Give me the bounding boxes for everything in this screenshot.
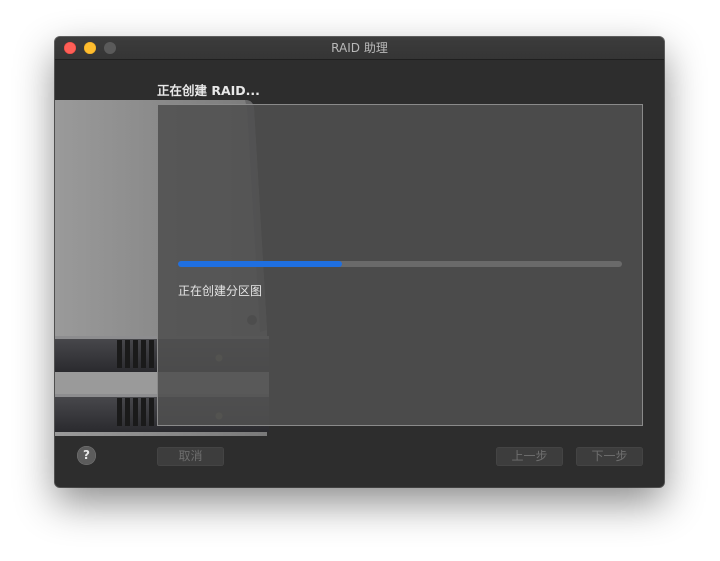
help-button[interactable]: ?	[77, 446, 96, 465]
window-title: RAID 助理	[331, 41, 388, 55]
progress-bar-fill	[178, 261, 343, 267]
progress-panel: 正在创建分区图	[157, 104, 643, 426]
page-heading: 正在创建 RAID...	[157, 83, 260, 98]
cancel-button[interactable]: 取消	[157, 447, 224, 466]
raid-assistant-window: RAID 助理 正在创建 RAID... 正在创建分区图 ? 取消 上一步 下一…	[55, 37, 664, 487]
assistant-content: 正在创建 RAID... 正在创建分区图 ? 取消 上一步 下一步	[55, 60, 664, 487]
back-button[interactable]: 上一步	[496, 447, 563, 466]
title-bar[interactable]: RAID 助理	[55, 37, 664, 60]
status-message: 正在创建分区图	[178, 284, 263, 298]
progress-bar	[178, 261, 622, 267]
next-button[interactable]: 下一步	[576, 447, 643, 466]
